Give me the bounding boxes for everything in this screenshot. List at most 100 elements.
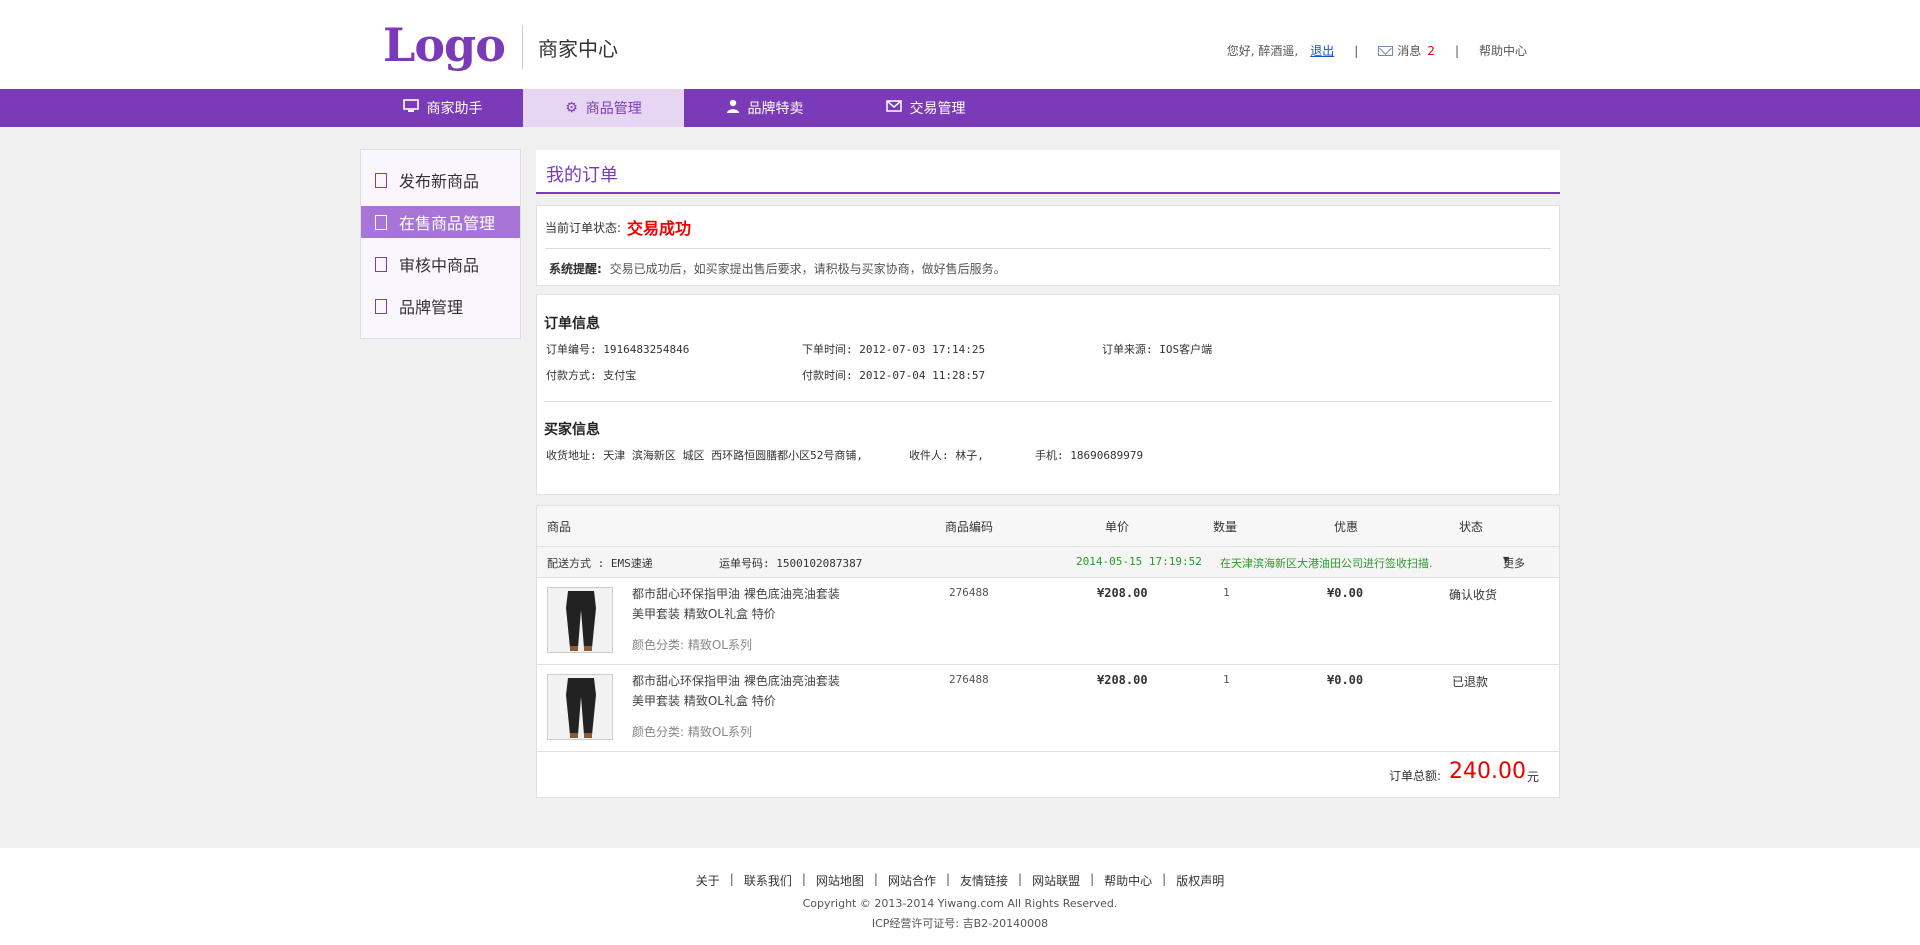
- shipping-method: 配送方式 : EMS速递: [547, 557, 653, 570]
- shipping-address: 收货地址: 天津 滨海新区 城区 西环路恒圆膳都小区52号商铺,: [546, 449, 863, 462]
- footer-link-copyright[interactable]: 版权声明: [1176, 872, 1224, 889]
- nav-label: 品牌特卖: [747, 101, 804, 117]
- order-info-grid: 订单编号: 1916483254846 下单时间: 2012-07-03 17:…: [544, 333, 1552, 389]
- separator: |: [873, 872, 878, 886]
- system-notice: 系统提醒: 交易已成功后，如买家提出售后要求，请积极与买家协商，做好售后服务。: [545, 249, 1551, 277]
- footer-link-contact[interactable]: 联系我们: [744, 872, 792, 889]
- status-label: 当前订单状态:: [545, 220, 622, 235]
- column-header: 商品编码: [945, 519, 994, 534]
- messages-link[interactable]: 消息 2: [1378, 42, 1435, 59]
- product-thumbnail[interactable]: [547, 587, 613, 653]
- messages-label: 消息: [1397, 44, 1422, 58]
- separator: |: [1354, 43, 1359, 58]
- nav-item-assistant[interactable]: 商家助手: [362, 89, 523, 127]
- footer-link-alliance[interactable]: 网站联盟: [1032, 872, 1080, 889]
- item-status: 确认收货: [1449, 588, 1498, 602]
- caret-down-icon: ▼: [1503, 555, 1510, 564]
- sidebar-item-label: 发布新商品: [399, 172, 480, 191]
- document-icon: [375, 172, 387, 188]
- table-row: 都市甜心环保指甲油 裸色底油亮油套装 美甲套装 精致OL礼盒 特价 颜色分类: …: [537, 665, 1559, 752]
- sidebar-item-brand[interactable]: 品牌管理: [361, 290, 520, 322]
- product-thumbnail[interactable]: [547, 674, 613, 740]
- product-name[interactable]: 都市甜心环保指甲油 裸色底油亮油套装: [632, 584, 840, 604]
- nav-label: 商家助手: [426, 101, 483, 117]
- product-name-line2: 美甲套装 精致OL礼盒 特价: [632, 694, 776, 708]
- greeting: 您好, 醉酒遥,: [1226, 44, 1299, 58]
- nav-item-trade[interactable]: 交易管理: [845, 89, 1006, 127]
- column-header: 状态: [1459, 519, 1484, 534]
- nav-item-goods[interactable]: ⚙ 商品管理: [523, 89, 684, 127]
- sidebar-item-label: 在售商品管理: [399, 214, 496, 233]
- quantity: 1: [1223, 673, 1230, 686]
- divider: [522, 25, 523, 69]
- receiver: 收件人: 林子,: [909, 449, 984, 462]
- pay-method: 付款方式: 支付宝: [546, 369, 637, 382]
- top-links: 您好, 醉酒遥, 退出 | 消息 2 | 帮助中心: [1227, 42, 1527, 59]
- unit-price: ¥208.00: [1097, 586, 1148, 600]
- goods-table-header: 商品 商品编码 单价 数量 优惠 状态: [537, 506, 1559, 547]
- pay-time: 付款时间: 2012-07-04 11:28:57: [802, 369, 986, 382]
- separator: |: [1018, 872, 1023, 886]
- column-header: 商品: [547, 519, 572, 534]
- nav-label: 商品管理: [585, 101, 642, 117]
- separator: |: [945, 872, 951, 886]
- footer-link-sitemap[interactable]: 网站地图: [816, 872, 864, 889]
- header: Logo 商家中心 您好, 醉酒遥, 退出 | 消息 2 | 帮助中心: [0, 0, 1920, 89]
- main-content: 我的订单 当前订单状态: 交易成功 系统提醒: 交易已成功后，如买家提出售后要求…: [536, 150, 1560, 798]
- product-code: 276488: [949, 586, 989, 599]
- table-row: 都市甜心环保指甲油 裸色底油亮油套装 美甲套装 精致OL礼盒 特价 颜色分类: …: [537, 578, 1559, 665]
- tracking-event: 在天津滨海新区大港油田公司进行签收扫描.: [1220, 557, 1433, 570]
- column-header: 单价: [1105, 519, 1130, 534]
- logo[interactable]: Logo: [383, 18, 506, 72]
- help-link[interactable]: 帮助中心: [1479, 42, 1527, 59]
- icp-license: ICP经营许可证号: 吉B2-20140008: [871, 917, 1049, 930]
- phone: 手机: 18690689979: [1035, 449, 1144, 462]
- copyright: Copyright © 2013-2014 Yiwang.com All Rig…: [802, 897, 1118, 910]
- tracking-number: 运单号码: 1500102087387: [719, 557, 863, 570]
- shipping-row: 配送方式 : EMS速递 运单号码: 1500102087387 2014-05…: [537, 547, 1559, 578]
- footer-link-friends[interactable]: 友情链接: [960, 872, 1008, 889]
- nav-label: 交易管理: [909, 101, 966, 117]
- document-icon: [375, 214, 387, 230]
- column-header: 优惠: [1334, 519, 1359, 534]
- separator: |: [1454, 43, 1459, 58]
- footer-link-cooperation[interactable]: 网站合作: [888, 872, 936, 889]
- footer: 关于 | 联系我们 | 网站地图 | 网站合作 | 友情链接 | 网站联盟 | …: [0, 848, 1920, 945]
- separator: |: [729, 872, 734, 886]
- sidebar-item-label: 审核中商品: [399, 256, 480, 275]
- footer-link-about[interactable]: 关于: [696, 872, 720, 889]
- discount: ¥0.00: [1327, 586, 1364, 600]
- order-number: 订单编号: 1916483254846: [546, 343, 690, 356]
- sidebar-item-publish[interactable]: 发布新商品: [361, 164, 520, 196]
- column-header: 数量: [1213, 519, 1238, 534]
- status-panel: 当前订单状态: 交易成功 系统提醒: 交易已成功后，如买家提出售后要求，请积极与…: [536, 205, 1560, 286]
- discount: ¥0.00: [1327, 673, 1364, 687]
- separator: |: [1090, 872, 1095, 886]
- sidebar-item-label: 品牌管理: [399, 298, 464, 317]
- order-info-panel: 订单信息 订单编号: 1916483254846 下单时间: 2012-07-0…: [536, 294, 1560, 495]
- messages-count: 2: [1427, 43, 1435, 58]
- sidebar-item-reviewing[interactable]: 审核中商品: [361, 248, 520, 280]
- logout-link[interactable]: 退出: [1310, 42, 1334, 59]
- total-label: 订单总额:: [1389, 769, 1442, 783]
- total-value: 240.00: [1449, 759, 1526, 784]
- document-icon: [375, 298, 387, 314]
- product-name[interactable]: 都市甜心环保指甲油 裸色底油亮油套装: [632, 671, 840, 691]
- order-info-title: 订单信息: [544, 316, 600, 332]
- nav-item-brand[interactable]: 品牌特卖: [684, 89, 845, 127]
- goods-panel: 商品 商品编码 单价 数量 优惠 状态 配送方式 : EMS速递 运单号码: 1…: [536, 505, 1560, 798]
- product-name-line2: 美甲套装 精致OL礼盒 特价: [632, 607, 776, 621]
- tracking-time: 2014-05-15 17:19:52: [1076, 555, 1202, 568]
- order-source: 订单来源: IOS客户端: [1102, 343, 1213, 356]
- total-unit: 元: [1527, 770, 1540, 784]
- footer-link-help[interactable]: 帮助中心: [1104, 872, 1152, 889]
- user-icon: [726, 99, 740, 117]
- separator: |: [801, 872, 806, 886]
- mail-icon: [885, 100, 902, 116]
- site-title: 商家中心: [538, 37, 618, 61]
- sidebar-item-on-sale[interactable]: 在售商品管理: [361, 206, 520, 238]
- notice-label: 系统提醒:: [549, 262, 602, 276]
- gear-icon: ⚙: [565, 100, 578, 116]
- sidebar: 发布新商品 在售商品管理 审核中商品 品牌管理: [360, 149, 521, 339]
- notice-text: 交易已成功后，如买家提出售后要求，请积极与买家协商，做好售后服务。: [609, 262, 1006, 276]
